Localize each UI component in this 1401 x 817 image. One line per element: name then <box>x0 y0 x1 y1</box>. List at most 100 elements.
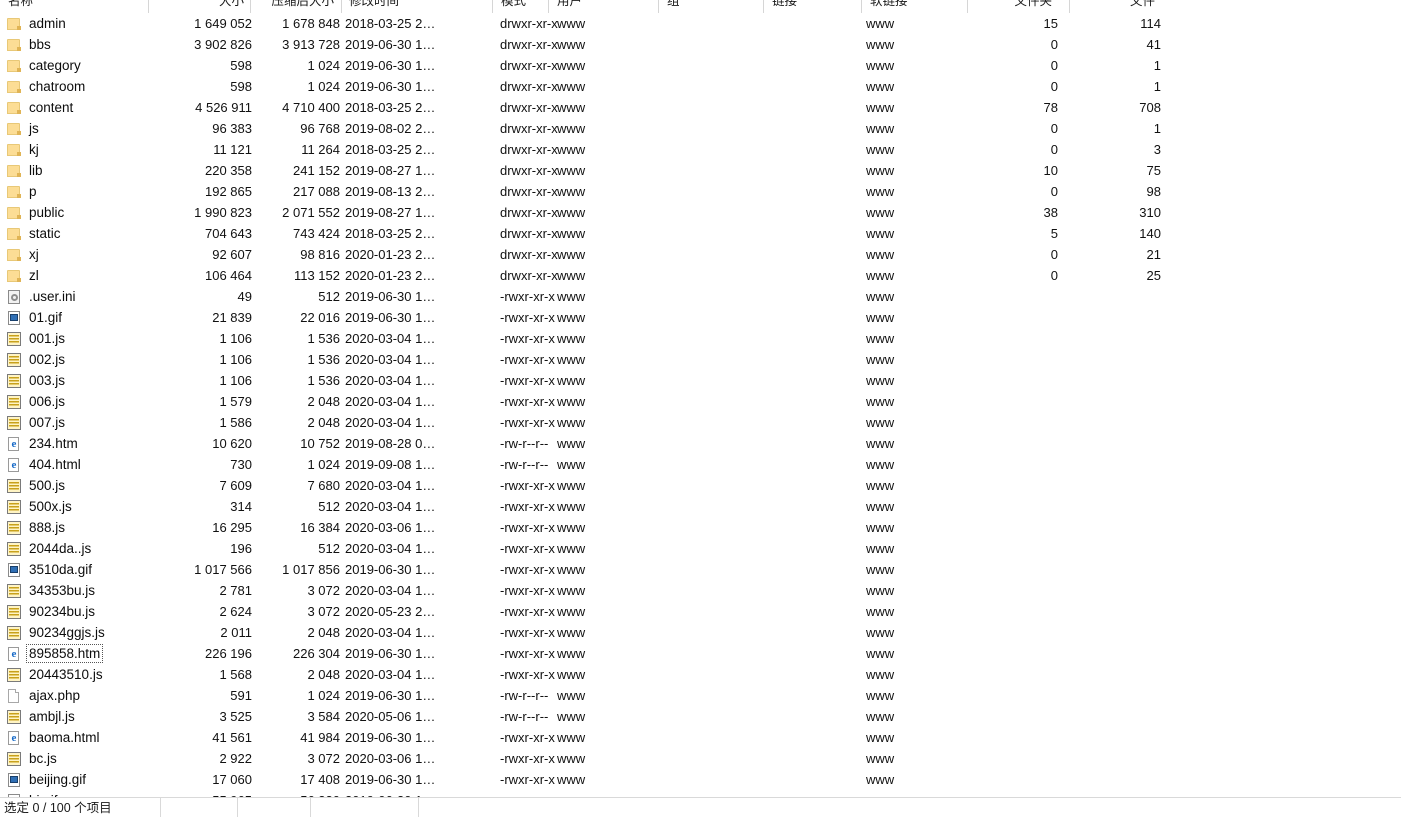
file-mode-cell: drwxr-xr-x <box>500 79 558 94</box>
file-modified-cell: 2020-03-04 1… <box>345 667 436 682</box>
column-header-user[interactable]: 用户 <box>553 0 609 13</box>
file-list-row[interactable]: 895858.htm 226 196 226 304 2019-06-30 1… -rw… <box>0 643 1401 664</box>
file-mode-cell: -rwxr-xr-x <box>500 730 555 745</box>
file-folders-cell <box>972 748 1058 769</box>
file-list-row[interactable]: 234.htm 10 620 10 752 2019-08-28 0… -rw-r--r… <box>0 433 1401 454</box>
file-links-cell: www <box>866 79 895 94</box>
folder-icon <box>6 226 22 242</box>
js-file-icon <box>6 625 22 641</box>
file-list-row[interactable]: .user.ini 49 512 2019-06-30 1… -rwxr-xr-x www… <box>0 286 1401 307</box>
file-group-cell <box>768 580 828 601</box>
file-list-row[interactable]: 888.js 16 295 16 384 2020-03-06 1… -rwxr-xr-… <box>0 517 1401 538</box>
column-header-size[interactable]: 大小 <box>150 0 250 13</box>
file-compressed-cell: 1 536 <box>307 352 340 367</box>
file-compressed-cell: 512 <box>318 499 340 514</box>
file-name-label: 234.htm <box>29 436 78 451</box>
file-list-row[interactable]: 90234bu.js 2 624 3 072 2020-05-23 2… -rwxr-x… <box>0 601 1401 622</box>
file-group-cell <box>768 517 828 538</box>
file-group-cell <box>768 244 828 265</box>
column-divider-6[interactable] <box>763 0 764 13</box>
file-list-row[interactable]: 001.js 1 106 1 536 2020-03-04 1… -rwxr-xr-x w… <box>0 328 1401 349</box>
file-group-cell <box>768 685 828 706</box>
file-list-row[interactable]: js 96 383 96 768 2019-08-02 2… drwxr-xr-x www… <box>0 118 1401 139</box>
column-divider-7[interactable] <box>861 0 862 13</box>
file-list-row[interactable]: p 192 865 217 088 2019-08-13 2… drwxr-xr-x ww… <box>0 181 1401 202</box>
file-mode-cell: -rwxr-xr-x <box>500 310 555 325</box>
file-list-row[interactable]: 2044da..js 196 512 2020-03-04 1… -rwxr-xr-x w… <box>0 538 1401 559</box>
file-list-row[interactable]: 34353bu.js 2 781 3 072 2020-03-04 1… -rwxr-x… <box>0 580 1401 601</box>
column-header-name[interactable]: 名称 <box>4 0 149 13</box>
column-header-mode[interactable]: 模式 <box>497 0 551 13</box>
file-folders-cell <box>972 622 1058 643</box>
file-name-label: 007.js <box>29 415 66 430</box>
file-user-cell: www <box>557 772 586 787</box>
file-name-label: 404.html <box>29 457 81 472</box>
file-list-row[interactable]: 007.js 1 586 2 048 2020-03-04 1… -rwxr-xr-x w… <box>0 412 1401 433</box>
column-header-group[interactable]: 组 <box>663 0 717 13</box>
file-links-cell: www <box>866 436 895 451</box>
file-list-row[interactable]: ajax.php 591 1 024 2019-06-30 1… -rw-r--r-- w… <box>0 685 1401 706</box>
file-folders-cell <box>972 454 1058 475</box>
file-list-row[interactable]: 002.js 1 106 1 536 2020-03-04 1… -rwxr-xr-x w… <box>0 349 1401 370</box>
file-list-row[interactable]: 500.js 7 609 7 680 2020-03-04 1… -rwxr-xr-x w… <box>0 475 1401 496</box>
column-header-links[interactable]: 链接 <box>768 0 822 13</box>
file-folders-cell: 0 <box>1050 142 1058 157</box>
file-folders-cell: 0 <box>1050 79 1058 94</box>
file-folders-cell: 10 <box>1043 163 1058 178</box>
column-header-modified[interactable]: 修改时间 <box>345 0 445 13</box>
js-file-icon <box>6 499 22 515</box>
file-list-row[interactable]: bbs 3 902 826 3 913 728 2019-06-30 1… drwxr-… <box>0 34 1401 55</box>
file-list-row[interactable]: xj 92 607 98 816 2020-01-23 2… drwxr-xr-x www… <box>0 244 1401 265</box>
file-list[interactable]: admin 1 649 052 1 678 848 2018-03-25 2… drwx… <box>0 13 1401 801</box>
file-list-row[interactable]: category 598 1 024 2019-06-30 1… drwxr-xr-x w… <box>0 55 1401 76</box>
file-mode-cell: -rwxr-xr-x <box>500 520 555 535</box>
file-list-row[interactable]: 006.js 1 579 2 048 2020-03-04 1… -rwxr-xr-x w… <box>0 391 1401 412</box>
file-list-row[interactable]: 01.gif 21 839 22 016 2019-06-30 1… -rwxr-xr-… <box>0 307 1401 328</box>
file-list-row[interactable]: zl 106 464 113 152 2020-01-23 2… drwxr-xr-x w… <box>0 265 1401 286</box>
file-modified-cell: 2019-09-08 1… <box>345 457 436 472</box>
file-list-row[interactable]: lib 220 358 241 152 2019-08-27 1… drwxr-xr-x… <box>0 160 1401 181</box>
file-list-row[interactable]: kj 11 121 11 264 2018-03-25 2… drwxr-xr-x www… <box>0 139 1401 160</box>
column-divider-4[interactable] <box>548 0 549 13</box>
column-header-symlink[interactable]: 软链接 <box>866 0 936 13</box>
file-size-cell: 226 196 <box>205 646 252 661</box>
file-list-row[interactable]: public 1 990 823 2 071 552 2019-08-27 1… drw… <box>0 202 1401 223</box>
column-divider-5[interactable] <box>658 0 659 13</box>
column-divider-1[interactable] <box>250 0 251 13</box>
file-folders-cell <box>972 475 1058 496</box>
file-user-cell: www <box>557 331 586 346</box>
file-list-row[interactable]: bc.js 2 922 3 072 2020-03-06 1… -rwxr-xr-x ww… <box>0 748 1401 769</box>
column-header-compressed[interactable]: 压缩后大小 <box>252 0 340 13</box>
file-list-row[interactable]: ambjl.js 3 525 3 584 2020-05-06 1… -rw-r--r-… <box>0 706 1401 727</box>
file-list-row[interactable]: 003.js 1 106 1 536 2020-03-04 1… -rwxr-xr-x w… <box>0 370 1401 391</box>
file-list-row[interactable]: 404.html 730 1 024 2019-09-08 1… -rw-r--r-- w… <box>0 454 1401 475</box>
file-modified-cell: 2019-06-30 1… <box>345 646 436 661</box>
file-list-row[interactable]: 20443510.js 1 568 2 048 2020-03-04 1… -rwxr-… <box>0 664 1401 685</box>
file-files-cell <box>1075 538 1161 559</box>
column-divider-2[interactable] <box>341 0 342 13</box>
file-list-row[interactable]: chatroom 598 1 024 2019-06-30 1… drwxr-xr-x w… <box>0 76 1401 97</box>
column-divider-0[interactable] <box>148 0 149 13</box>
column-header-files[interactable]: 文件 <box>1075 0 1161 13</box>
file-list-row[interactable]: 500x.js 314 512 2020-03-04 1… -rwxr-xr-x www w… <box>0 496 1401 517</box>
file-name-label: 006.js <box>29 394 66 409</box>
column-header-folders[interactable]: 文件夹 <box>972 0 1058 13</box>
column-divider-9[interactable] <box>1069 0 1070 13</box>
file-compressed-cell: 3 072 <box>307 583 340 598</box>
file-list-row[interactable]: 90234ggjs.js 2 011 2 048 2020-03-04 1… -rwxr… <box>0 622 1401 643</box>
file-mode-cell: drwxr-xr-x <box>500 268 558 283</box>
file-list-row[interactable]: beijing.gif 17 060 17 408 2019-06-30 1… -rwx… <box>0 769 1401 790</box>
file-compressed-cell: 98 816 <box>300 247 340 262</box>
column-divider-3[interactable] <box>492 0 493 13</box>
column-divider-8[interactable] <box>967 0 968 13</box>
file-list-row[interactable]: admin 1 649 052 1 678 848 2018-03-25 2… drwx… <box>0 13 1401 34</box>
file-list-row[interactable]: content 4 526 911 4 710 400 2018-03-25 2… dr… <box>0 97 1401 118</box>
file-list-row[interactable]: static 704 643 743 424 2018-03-25 2… drwxr-x… <box>0 223 1401 244</box>
file-list-row[interactable]: 3510da.gif 1 017 566 1 017 856 2019-06-30 1… <box>0 559 1401 580</box>
file-group-cell <box>768 454 828 475</box>
column-header-bar[interactable]: 名称 大小 压缩后大小 修改时间 模式 用户 组 链接 软链接 文件夹 文件 <box>0 0 1401 13</box>
file-list-row[interactable]: baoma.html 41 561 41 984 2019-06-30 1… -rwxr… <box>0 727 1401 748</box>
file-folders-cell: 0 <box>1050 37 1058 52</box>
file-files-cell: 140 <box>1139 226 1161 241</box>
file-user-cell: www <box>557 373 586 388</box>
